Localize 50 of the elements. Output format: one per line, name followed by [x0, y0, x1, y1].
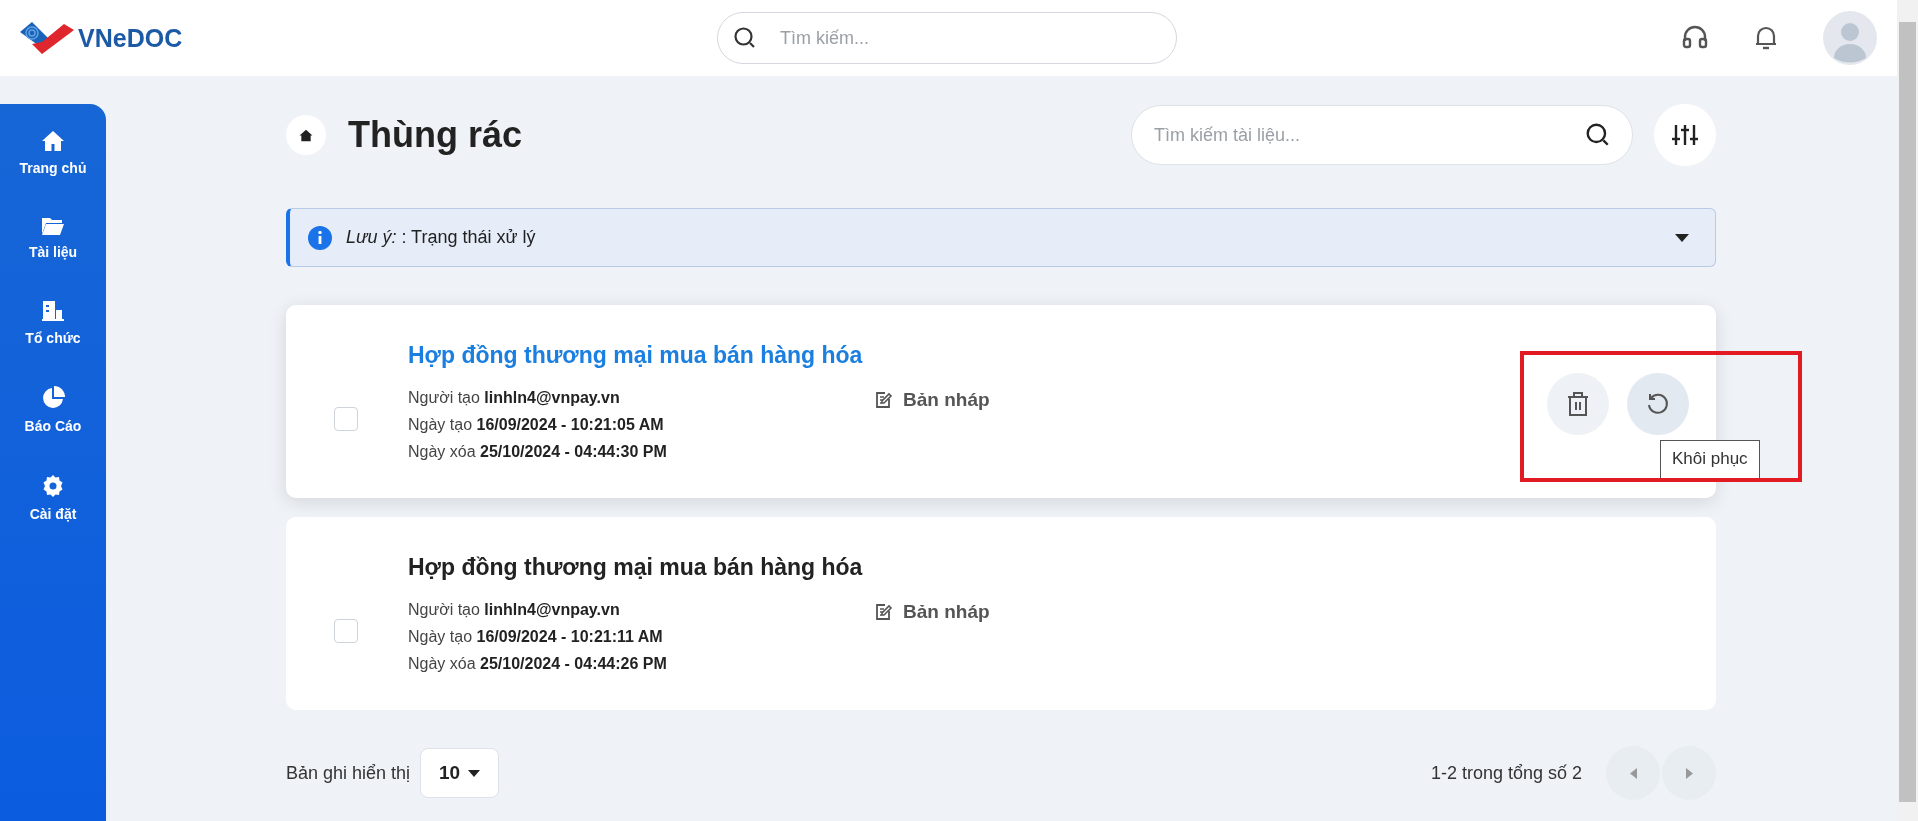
- sidebar-item[interactable]: Tổ chức: [21, 298, 85, 348]
- search-field[interactable]: Tìm kiếm...: [717, 12, 1177, 64]
- page-size-label: Bản ghi hiển thị: [286, 762, 411, 784]
- document-detail: Người tạo linhln4@vnpay.vn: [408, 389, 621, 407]
- document-detail: Ngày tạo 16/09/2024 - 10:21:11 AM: [408, 628, 664, 646]
- sidebar-item[interactable]: Cài đặt: [25, 472, 81, 524]
- notice-text: Lưu ý: : Trạng thái xử lý: [346, 227, 536, 248]
- sidebar-item[interactable]: Trang chủ: [15, 128, 91, 178]
- home-icon: [41, 130, 65, 152]
- status-label: Bản nháp: [903, 601, 990, 623]
- home-button[interactable]: [286, 115, 326, 155]
- scrollbar[interactable]: [1897, 0, 1918, 821]
- headset-icon[interactable]: [1681, 25, 1709, 51]
- document-title[interactable]: Hợp đồng thương mại mua bán hàng hóa: [408, 342, 990, 369]
- search-icon: [1585, 122, 1611, 148]
- tooltip: Khôi phục: [1660, 440, 1760, 479]
- checkbox[interactable]: [334, 406, 358, 431]
- document-detail: Ngày xóa 25/10/2024 - 04:44:30 PM: [408, 443, 668, 461]
- caret-icon: [1675, 233, 1689, 242]
- status-label: Bản nháp: [903, 389, 990, 411]
- right-triangle-icon: [1685, 767, 1693, 779]
- page-range: 1-2 trong tổng số 2: [1430, 762, 1582, 784]
- edit-note-icon: [875, 603, 893, 621]
- page-title: Thùng rác: [348, 114, 522, 156]
- caret-icon: [468, 769, 481, 777]
- info-icon: [308, 225, 332, 250]
- restore-icon: [1646, 392, 1670, 416]
- trash-icon: [1567, 392, 1589, 416]
- sidebar-item[interactable]: Tài liệu: [24, 214, 82, 262]
- checkbox[interactable]: [334, 618, 358, 643]
- search-field[interactable]: Tìm kiếm tài liệu...: [1131, 105, 1633, 165]
- document-detail: Ngày xóa 25/10/2024 - 04:44:26 PM: [408, 655, 668, 673]
- document-title[interactable]: Hợp đồng thương mại mua bán hàng hóa: [408, 554, 990, 581]
- building-icon: [41, 300, 65, 322]
- folder-icon: [41, 216, 65, 236]
- left-triangle-icon: [1629, 767, 1637, 779]
- document-detail: Ngày tạo 16/09/2024 - 10:21:05 AM: [408, 416, 665, 434]
- bell-icon[interactable]: [1753, 24, 1779, 52]
- pie-chart-icon: [41, 386, 65, 410]
- document-detail: Người tạo linhln4@vnpay.vn: [408, 601, 621, 619]
- document-card[interactable]: Hợp đồng thương mại mua bán hàng hóa Người tạo linhln4@vnpay.vn Ngày tạo 16/09/2024 - 10:21:11 AM Ngày xóa 25/10/2024 - 04:44:26 PM Bản nháp: [286, 517, 1716, 710]
- notice-bar[interactable]: Lưu ý: : Trạng thái xử lý: [286, 208, 1716, 267]
- sidebar-item[interactable]: Báo Cáo: [20, 384, 86, 436]
- search-icon: [733, 26, 757, 50]
- logo-text: VNeDOC: [78, 23, 183, 53]
- gear-icon: [41, 474, 65, 498]
- sliders-icon: [1672, 123, 1698, 147]
- edit-note-icon: [875, 391, 893, 409]
- page-size-select[interactable]: 10: [420, 748, 500, 798]
- home-icon: [299, 128, 313, 142]
